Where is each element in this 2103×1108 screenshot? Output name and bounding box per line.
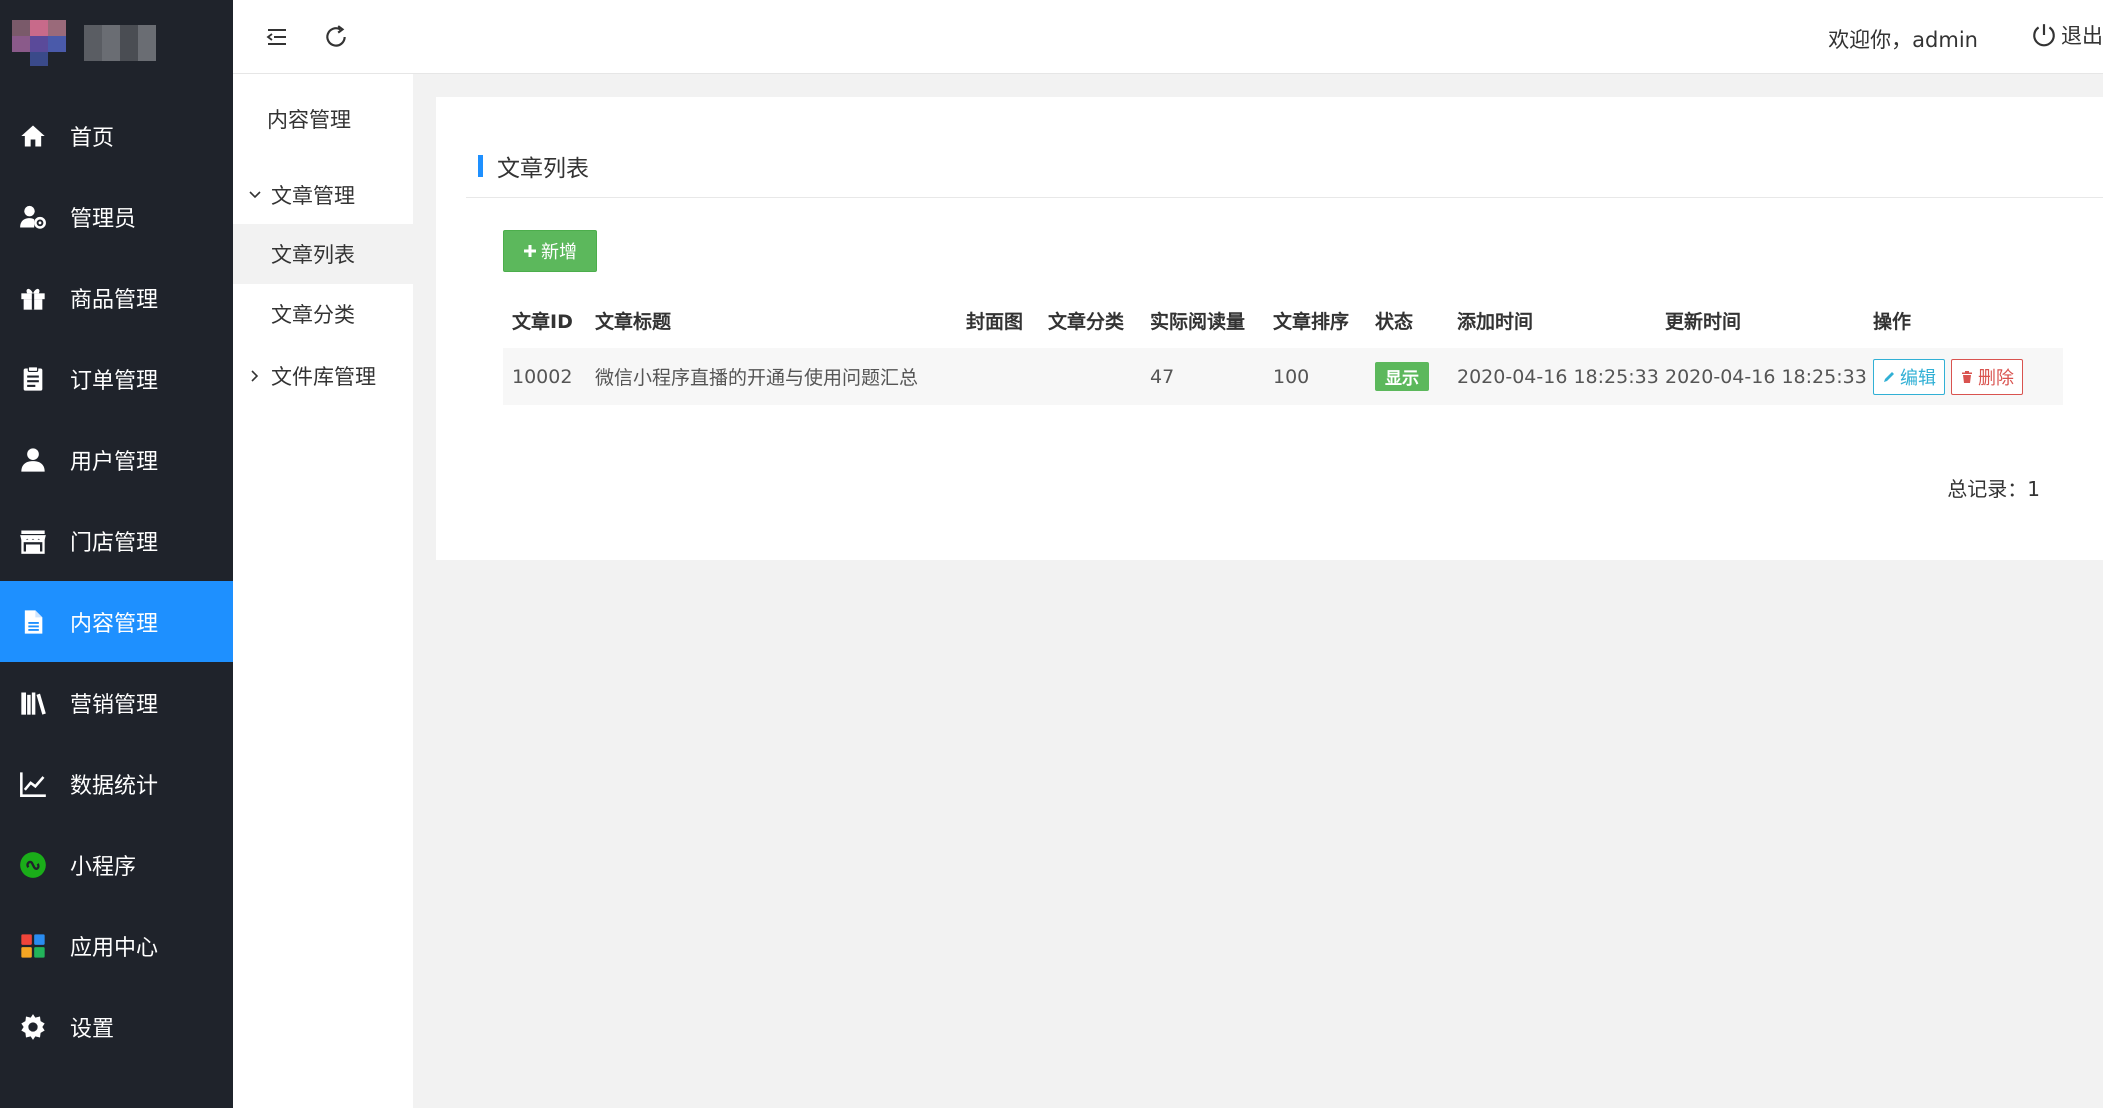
delete-button-label: 删除 [1978, 367, 2014, 389]
col-header-category: 文章分类 [1048, 311, 1125, 333]
sidebar-item-goods[interactable]: 商品管理 [0, 257, 233, 338]
cell-actions: 编辑 删除 [1873, 348, 2023, 405]
sidebar-item-label: 内容管理 [70, 611, 159, 637]
sidebar-item-miniprogram[interactable]: 小程序 [0, 824, 233, 905]
sub-item-article-list[interactable]: 文章列表 [233, 224, 413, 284]
sidebar-nav: 首页 管理员 商品管理 订单管理 用户管理 门店管理 内容管理 营销管理 数据统… [0, 95, 233, 1067]
col-header-views: 实际阅读量 [1150, 311, 1246, 333]
top-header: 欢迎你，admin 退出 [233, 0, 2103, 74]
sidebar-item-label: 商品管理 [70, 287, 159, 313]
sidebar-item-statistics[interactable]: 数据统计 [0, 743, 233, 824]
sidebar-item-home[interactable]: 首页 [0, 95, 233, 176]
menu-toggle-button[interactable] [262, 22, 292, 52]
refresh-icon [326, 25, 346, 47]
pencil-icon [1884, 371, 1894, 382]
cell-updated: 2020-04-16 18:25:33 [1665, 365, 1867, 388]
sidebar-item-label: 用户管理 [70, 449, 159, 475]
content-card: 文章列表 新增 文章ID 文章标题 封面图 文章分类 实际阅读量 文章排序 状态… [436, 97, 2103, 560]
total-records: 总记录：1 [1947, 477, 2040, 501]
col-header-updated: 更新时间 [1665, 311, 1742, 333]
sidebar-item-admin[interactable]: 管理员 [0, 176, 233, 257]
cell-views: 47 [1150, 365, 1175, 388]
sidebar-item-orders[interactable]: 订单管理 [0, 338, 233, 419]
sidebar-item-label: 营销管理 [70, 692, 159, 718]
line-chart-icon [18, 769, 48, 799]
sidebar-item-content[interactable]: 内容管理 [0, 581, 233, 662]
apps-icon [18, 931, 48, 961]
col-header-id: 文章ID [512, 311, 573, 333]
chevron-right-icon [251, 370, 259, 382]
sidebar-item-label: 设置 [70, 1016, 115, 1042]
store-icon [18, 526, 48, 556]
title-accent-bar [478, 155, 483, 177]
gear-icon [18, 1012, 48, 1042]
sidebar-item-label: 门店管理 [70, 530, 159, 556]
col-header-cover: 封面图 [966, 311, 1024, 333]
sub-group-label: 文章管理 [271, 184, 355, 208]
col-header-sort: 文章排序 [1273, 311, 1350, 333]
cell-id: 10002 [512, 365, 573, 388]
sub-item-label: 文章分类 [271, 303, 355, 327]
user-icon [18, 445, 48, 475]
sub-sidebar-title: 内容管理 [267, 108, 351, 132]
title-divider [466, 197, 2103, 198]
sidebar-item-settings[interactable]: 设置 [0, 986, 233, 1067]
file-icon [18, 607, 48, 637]
user-gear-icon [18, 202, 48, 232]
page-title-text: 文章列表 [497, 156, 589, 182]
sidebar-item-label: 小程序 [70, 854, 137, 880]
logo[interactable] [0, 0, 233, 86]
article-table: 文章ID 文章标题 封面图 文章分类 实际阅读量 文章排序 状态 添加时间 更新… [503, 293, 2063, 405]
sidebar-item-label: 应用中心 [70, 935, 159, 961]
power-icon [2033, 24, 2055, 47]
logo-text [84, 25, 156, 61]
col-header-created: 添加时间 [1457, 311, 1534, 333]
books-icon [18, 688, 48, 718]
logo-mark [12, 20, 66, 66]
home-icon [18, 121, 48, 151]
gift-icon [18, 283, 48, 313]
sub-item-article-category[interactable]: 文章分类 [233, 284, 413, 344]
logout-button[interactable]: 退出 [2031, 20, 2103, 50]
menu-fold-icon [266, 29, 286, 45]
sub-group-label: 文件库管理 [271, 365, 376, 389]
sidebar-item-users[interactable]: 用户管理 [0, 419, 233, 500]
welcome-text: 欢迎你，admin [1828, 28, 1978, 52]
sidebar-item-apps[interactable]: 应用中心 [0, 905, 233, 986]
delete-button[interactable]: 删除 [1951, 358, 2023, 395]
sub-item-label: 文章列表 [271, 243, 355, 267]
sub-group-file-library[interactable]: 文件库管理 [247, 361, 376, 391]
table-header-row: 文章ID 文章标题 封面图 文章分类 实际阅读量 文章排序 状态 添加时间 更新… [503, 293, 2063, 348]
cell-created: 2020-04-16 18:25:33 [1457, 365, 1659, 388]
mini-program-icon [18, 850, 48, 880]
sidebar-item-label: 首页 [70, 125, 115, 151]
col-header-title: 文章标题 [595, 311, 672, 333]
sidebar-item-stores[interactable]: 门店管理 [0, 500, 233, 581]
col-header-actions: 操作 [1873, 311, 1912, 333]
sub-sidebar: 内容管理 文章管理 文章列表 文章分类 文件库管理 [233, 0, 413, 1108]
cell-status: 显示 [1375, 348, 1429, 405]
add-article-button[interactable]: 新增 [503, 230, 597, 272]
refresh-button[interactable] [321, 22, 351, 52]
edit-button[interactable]: 编辑 [1873, 358, 1945, 395]
sidebar-item-label: 订单管理 [70, 368, 159, 394]
main-sidebar: 首页 管理员 商品管理 订单管理 用户管理 门店管理 内容管理 营销管理 数据统… [0, 0, 233, 1108]
col-header-status: 状态 [1375, 311, 1414, 333]
cell-sort: 100 [1273, 365, 1310, 388]
edit-button-label: 编辑 [1900, 367, 1936, 389]
logout-label: 退出 [2061, 24, 2103, 48]
table-row[interactable]: 10002 微信小程序直播的开通与使用问题汇总 47 100 显示 2020-0… [503, 348, 2063, 405]
sidebar-item-label: 管理员 [70, 206, 137, 232]
sub-group-articles[interactable]: 文章管理 [247, 180, 355, 210]
trash-icon [1962, 370, 1972, 383]
sidebar-item-marketing[interactable]: 营销管理 [0, 662, 233, 743]
sidebar-item-label: 数据统计 [70, 773, 159, 799]
chevron-down-icon [249, 191, 261, 199]
clipboard-icon [18, 364, 48, 394]
page-title: 文章列表 [478, 149, 589, 183]
plus-icon [524, 245, 536, 257]
cell-title: 微信小程序直播的开通与使用问题汇总 [595, 367, 919, 389]
status-badge: 显示 [1375, 362, 1429, 391]
add-button-label: 新增 [541, 242, 577, 263]
